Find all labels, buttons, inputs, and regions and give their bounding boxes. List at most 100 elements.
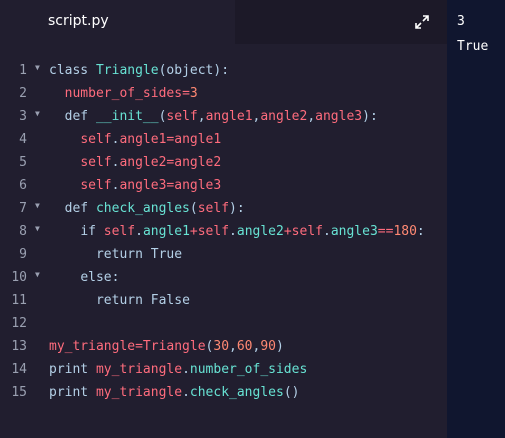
code-token: check_angles xyxy=(95,201,190,216)
line-number: 1 xyxy=(19,63,27,78)
code-token: = xyxy=(135,339,143,354)
line-number: 15 xyxy=(11,385,27,400)
output-panel: 3 True xyxy=(447,0,505,438)
line-number: 8 xyxy=(19,224,27,239)
code-token: return xyxy=(95,247,151,262)
code-token: True xyxy=(150,247,183,262)
expand-icon[interactable] xyxy=(414,14,430,30)
code-line[interactable]: 7 ▼ def check_angles(self): xyxy=(0,197,447,220)
code-line[interactable]: 3 ▼ def __init__(self,angle1,angle2,angle… xyxy=(0,105,447,128)
code-text: if self.angle1+self.angle2+self.angle3==… xyxy=(49,220,424,243)
code-token: angle1 xyxy=(142,224,190,239)
fold-arrow-icon[interactable]: ▼ xyxy=(35,59,40,77)
code-line[interactable]: 2 number_of_sides=3 xyxy=(0,82,447,105)
code-line[interactable]: 10 ▼ else: xyxy=(0,266,447,289)
code-text: return True xyxy=(49,243,182,266)
code-token: self xyxy=(166,109,198,124)
fold-arrow-icon[interactable]: ▼ xyxy=(35,220,40,238)
code-token: def xyxy=(64,201,96,216)
code-text: return False xyxy=(49,289,190,312)
code-line[interactable]: 5 self.angle2=angle2 xyxy=(0,151,447,174)
code-token: : xyxy=(111,270,120,285)
tab-script-py[interactable]: script.py xyxy=(0,0,235,44)
code-line[interactable]: 6 self.angle3=angle3 xyxy=(0,174,447,197)
line-number: 6 xyxy=(19,178,27,193)
code-line[interactable]: 9 return True xyxy=(0,243,447,266)
code-line[interactable]: 13 my_triangle=Triangle(30,60,90) xyxy=(0,335,447,358)
fold-arrow-icon[interactable]: ▼ xyxy=(35,105,40,123)
code-line[interactable]: 4 self.angle1=angle1 xyxy=(0,128,447,151)
code-token: ) xyxy=(276,339,284,354)
code-token: print xyxy=(49,385,96,400)
code-token: print xyxy=(49,362,96,377)
code-token: angle3 xyxy=(174,178,222,193)
code-token: angle2 xyxy=(174,155,222,170)
code-token: angle3 xyxy=(330,224,378,239)
code-token: __init__ xyxy=(95,109,159,124)
line-number: 10 xyxy=(11,270,27,285)
code-token: self xyxy=(80,155,112,170)
line-number: 4 xyxy=(19,132,27,147)
code-token: . xyxy=(229,224,237,239)
code-token: else xyxy=(80,270,112,285)
code-line[interactable]: 14 print my_triangle.number_of_sides xyxy=(0,358,447,381)
code-token: == xyxy=(377,224,394,239)
code-line[interactable]: 8 ▼ if self.angle1+self.angle2+self.angle… xyxy=(0,220,447,243)
code-token: self xyxy=(80,178,112,193)
code-token: my_triangle xyxy=(49,339,136,354)
code-token: Triangle xyxy=(142,339,206,354)
output-line: 3 xyxy=(457,14,465,29)
code-token: , xyxy=(197,109,206,124)
code-token: my_triangle xyxy=(95,385,183,400)
code-text: print my_triangle.number_of_sides xyxy=(49,358,307,381)
line-number: 3 xyxy=(19,109,27,124)
code-token: False xyxy=(150,293,190,308)
code-token: angle1 xyxy=(119,132,167,147)
code-token: class xyxy=(49,63,96,78)
code-area[interactable]: 1 ▼ class Triangle(object): 2 number_of_sid… xyxy=(0,59,447,404)
fold-arrow-icon[interactable]: ▼ xyxy=(35,197,40,215)
code-line[interactable]: 11 return False xyxy=(0,289,447,312)
code-text: self.angle3=angle3 xyxy=(49,174,221,197)
code-text: def __init__(self,angle1,angle2,angle3): xyxy=(49,105,378,128)
code-token: self xyxy=(197,201,230,216)
line-number: 11 xyxy=(11,293,27,308)
code-token: 60 xyxy=(236,339,253,354)
code-token: Triangle xyxy=(95,63,159,78)
code-token: if xyxy=(80,224,104,239)
code-line[interactable]: 12 xyxy=(0,312,447,335)
code-token: angle3 xyxy=(315,109,363,124)
code-token: ): xyxy=(213,63,230,78)
code-token: = xyxy=(182,86,190,101)
code-token: def xyxy=(64,109,96,124)
code-token: my_triangle xyxy=(95,362,183,377)
code-token: number_of_sides xyxy=(189,362,308,377)
code-editor[interactable]: script.py 1 ▼ class Triangle(object): 2 num… xyxy=(0,0,447,438)
output-line: True xyxy=(457,39,489,54)
code-token: . xyxy=(182,385,190,400)
line-number: 14 xyxy=(11,362,27,377)
code-text: self.angle1=angle1 xyxy=(49,128,221,151)
code-token: . xyxy=(182,362,190,377)
line-number: 2 xyxy=(19,86,27,101)
code-token: check_angles xyxy=(189,385,284,400)
code-token: 30 xyxy=(213,339,230,354)
code-line[interactable]: 15 print my_triangle.check_angles() xyxy=(0,381,447,404)
fold-arrow-icon[interactable]: ▼ xyxy=(35,266,40,284)
code-token: + xyxy=(283,224,292,239)
code-token: . xyxy=(135,224,143,239)
code-text: number_of_sides=3 xyxy=(49,82,198,105)
code-token: ): xyxy=(229,201,245,216)
code-token: angle2 xyxy=(236,224,284,239)
code-token: self xyxy=(291,224,323,239)
code-text: def check_angles(self): xyxy=(49,197,245,220)
code-token: 3 xyxy=(189,86,198,101)
code-line[interactable]: 1 ▼ class Triangle(object): xyxy=(0,59,447,82)
